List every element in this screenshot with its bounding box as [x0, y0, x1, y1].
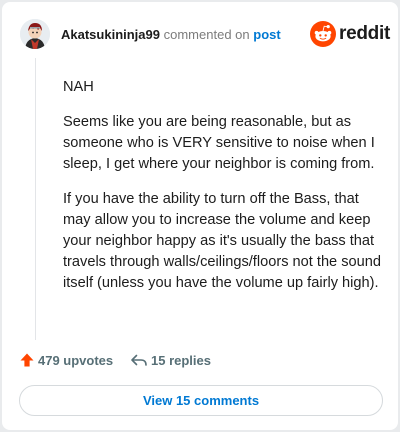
comment-card: Akatsukininja99 commented on post reddit…: [2, 2, 398, 430]
upvote-count: 479 upvotes: [38, 352, 114, 368]
view-comments-button[interactable]: View 15 comments: [19, 385, 383, 416]
post-link[interactable]: post: [253, 27, 280, 42]
view-comments-label: View 15 comments: [142, 393, 260, 408]
avatar-image: [20, 19, 50, 49]
comment-paragraph: If you have the ability to turn off the …: [63, 191, 381, 291]
action-text: commented on: [163, 27, 250, 42]
username-link[interactable]: Akatsukininja99: [61, 27, 160, 42]
reddit-snoo-icon: [310, 21, 336, 47]
upvote-button[interactable]: 479 upvotes: [19, 352, 113, 368]
reddit-wordmark: reddit: [339, 23, 390, 44]
reply-count: 15 replies: [151, 352, 211, 368]
comment-body: NAH Seems like you are being reasonable,…: [63, 77, 389, 308]
thread-line: [35, 58, 36, 340]
comment-paragraph: NAH: [63, 79, 94, 95]
reddit-logo[interactable]: reddit: [310, 20, 390, 48]
reply-arrow-icon: [131, 354, 147, 366]
arrow-up-icon: [20, 353, 34, 367]
comment-header: Akatsukininja99 commented on post: [61, 27, 281, 43]
reply-button[interactable]: 15 replies: [130, 352, 211, 368]
avatar[interactable]: [20, 19, 50, 49]
comment-paragraph: Seems like you are being reasonable, but…: [63, 114, 375, 172]
